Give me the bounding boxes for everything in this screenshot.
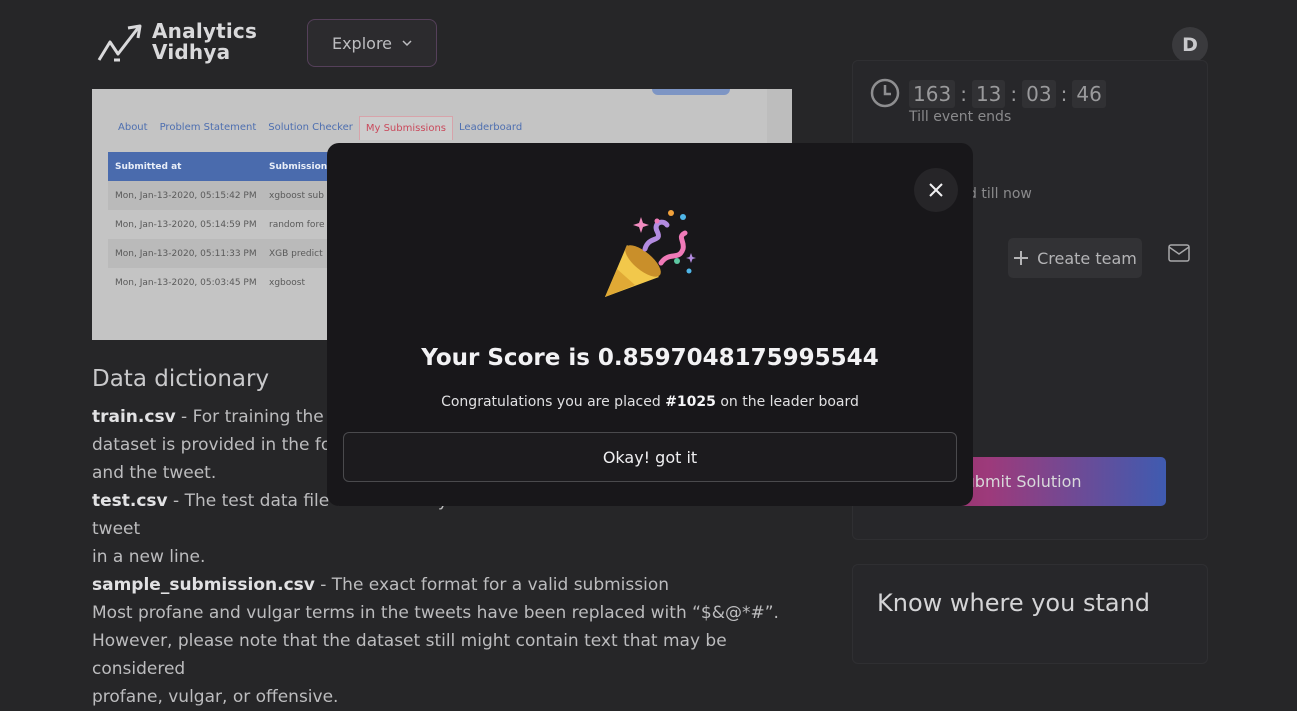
- explore-label: Explore: [331, 33, 393, 53]
- profane-line3: profane, vulgar, or offensive.: [92, 687, 339, 707]
- create-team-label: Create team: [1037, 248, 1137, 268]
- preview-cell: Mon, Jan-13-2020, 05:15:42 PM: [115, 190, 257, 201]
- preview-tab: About: [118, 122, 148, 133]
- create-team-button[interactable]: Create team: [1008, 238, 1142, 278]
- logo-line2: Vidhya: [152, 40, 231, 64]
- logo-text: Analytics Vidhya: [152, 21, 257, 63]
- timer-seconds: 46: [1072, 80, 1106, 108]
- sample-line: sample_submission.csv - The exact format…: [92, 571, 822, 599]
- preview-col-header: Submitted at: [115, 161, 182, 172]
- timer-separator: :: [960, 82, 967, 106]
- close-icon: [929, 183, 943, 197]
- profane-line2: However, please note that the dataset st…: [92, 631, 727, 679]
- know-where-you-stand-title: Know where you stand: [877, 589, 1151, 617]
- timer-hours: 13: [971, 80, 1006, 108]
- preview-cell: Mon, Jan-13-2020, 05:11:33 PM: [115, 248, 257, 259]
- mail-icon[interactable]: [1168, 244, 1190, 262]
- clock-icon: [870, 78, 900, 108]
- party-popper-icon: [605, 210, 696, 297]
- till-event-label: Till event ends: [909, 109, 1012, 125]
- preview-tab-active: My Submissions: [358, 116, 454, 140]
- user-avatar[interactable]: D: [1172, 27, 1208, 63]
- close-modal-button[interactable]: [914, 168, 958, 212]
- score-modal: Your Score is 0.8597048175995544 Congrat…: [327, 143, 973, 506]
- leaderboard-rank: #1025: [665, 394, 716, 410]
- preview-tab: Solution Checker: [268, 122, 353, 133]
- congrats-suffix: on the leader board: [715, 394, 859, 410]
- preview-cell: Mon, Jan-13-2020, 05:03:45 PM: [115, 277, 257, 288]
- analytics-vidhya-logo[interactable]: Analytics Vidhya: [96, 20, 257, 64]
- preview-tabs: About Problem Statement Solution Checker…: [112, 116, 528, 140]
- submit-solution-label: Submit Solution: [954, 472, 1082, 491]
- score-heading: Your Score is 0.8597048175995544: [421, 345, 879, 371]
- logo-line1: Analytics: [152, 19, 258, 43]
- chevron-down-icon: [402, 40, 412, 47]
- preview-decoration: [652, 89, 730, 95]
- okay-got-it-button[interactable]: Okay! got it: [343, 432, 957, 482]
- congrats-prefix: Congratulations you are placed: [441, 394, 666, 410]
- congratulations-message: Congratulations you are placed #1025 on …: [327, 394, 973, 410]
- profane-line1: Most profane and vulgar terms in the twe…: [92, 603, 779, 623]
- preview-tab: Leaderboard: [459, 122, 523, 133]
- plus-icon: [1014, 251, 1029, 265]
- sample-desc: - The exact format for a valid submissio…: [314, 575, 670, 595]
- countdown-timer: 163 : 13 : 03 : 46: [909, 80, 1106, 108]
- logo-mark: [97, 24, 142, 62]
- timer-minutes: 03: [1022, 80, 1056, 108]
- preview-tab: Problem Statement: [159, 122, 257, 133]
- timer-days: 163: [909, 80, 956, 108]
- train-filename: train.csv: [92, 407, 176, 427]
- submitted-till-now-label: d till now: [968, 186, 1032, 202]
- data-dictionary-title: Data dictionary: [92, 366, 270, 392]
- explore-button[interactable]: Explore: [307, 19, 437, 67]
- timer-separator: :: [1060, 82, 1068, 106]
- train-desc: - For training the m: [175, 407, 346, 427]
- test-desc-line2: in a new line.: [92, 547, 206, 567]
- sample-filename: sample_submission.csv: [92, 575, 315, 595]
- okay-label: Okay! got it: [602, 447, 698, 467]
- preview-cell: Mon, Jan-13-2020, 05:14:59 PM: [115, 219, 257, 230]
- timer-separator: :: [1010, 82, 1018, 106]
- test-filename: test.csv: [92, 491, 168, 511]
